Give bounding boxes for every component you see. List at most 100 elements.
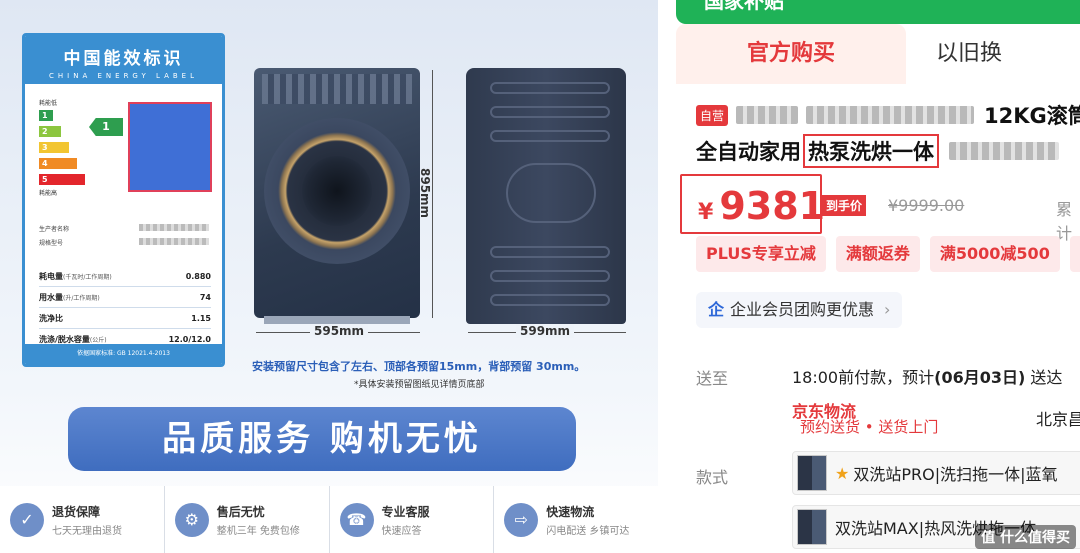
- style-thumbnail: [797, 455, 827, 491]
- install-note-secondary: *具体安装预留图纸见详情页底部: [354, 380, 485, 390]
- side-handle: [506, 163, 596, 223]
- shipping-label: 送至: [696, 369, 729, 388]
- washer-base: [264, 316, 410, 324]
- washer-side-view: [466, 68, 626, 324]
- model-blurred: [139, 238, 209, 245]
- energy-label-card: 中国能效标识 CHINA ENERGY LABEL 耗能低 1 2 3 4 5 …: [22, 33, 225, 367]
- enterprise-icon: 企: [708, 300, 725, 319]
- self-operated-badge: 自营: [696, 104, 729, 126]
- service-return: ✓ 退货保障 七天无理由退货: [0, 486, 165, 553]
- install-note: 安装预留尺寸包含了左右、顶部各预留15mm，背部预留 30mm。: [252, 360, 586, 373]
- enterprise-text: 企业会员团购更优惠: [730, 300, 875, 319]
- service-bar: ✓ 退货保障 七天无理由退货 ⚙ 售后无忧整机三年 免费包修 ☎ 专业客服快速应答…: [0, 486, 658, 553]
- washer-drum: [302, 156, 372, 226]
- service-title: 专业客服: [381, 504, 430, 519]
- grade-1: 1: [39, 109, 53, 121]
- grade-5: 5: [39, 173, 85, 185]
- star-icon: ★: [835, 463, 850, 483]
- grade-top-label: 耗能低: [39, 100, 58, 107]
- maker-blurred: [139, 224, 209, 231]
- control-panel-blurred: [262, 74, 412, 104]
- shipping-pre: 18:00前付款，预计: [792, 368, 935, 387]
- side-vent: [490, 106, 610, 118]
- style-thumbnail: [797, 509, 827, 545]
- side-vent: [490, 82, 610, 94]
- product-info-panel: 国家补贴 官方购买 以旧换 自营 12KG滚筒 全自动家用 热泵洗烘一体 ¥ 9…: [658, 0, 1080, 553]
- model-code-blurred: [949, 142, 1059, 160]
- service-banner: 品质服务 购机无忧: [68, 407, 576, 471]
- height-dim-line: [432, 70, 433, 318]
- delivery-city[interactable]: 北京昌: [1036, 406, 1080, 430]
- energy-label-title: 中国能效标识: [63, 49, 184, 69]
- maker-label: 生产者名称: [39, 226, 70, 233]
- promo-discount[interactable]: 满5000减500: [929, 236, 1060, 272]
- service-aftersale: ⚙ 售后无忧整机三年 免费包修: [165, 486, 330, 553]
- service-sub: 整机三年 免费包修: [216, 525, 300, 537]
- tab-official-buy[interactable]: 官方购买: [676, 24, 906, 84]
- service-sub: 快速应答: [381, 525, 422, 537]
- service-title: 快速物流: [546, 504, 595, 519]
- model-blurred: [806, 106, 975, 124]
- delivery-reserve: 预约送货 • 送货上门: [800, 418, 939, 436]
- title-highlight: 热泵洗烘一体: [803, 134, 939, 168]
- promo-more[interactable]: [1069, 236, 1080, 272]
- service-title: 售后无忧: [216, 504, 265, 519]
- chevron-right-icon: ›: [884, 300, 891, 319]
- headset-icon: ☎: [339, 502, 374, 537]
- current-grade-arrow: 1: [89, 118, 123, 136]
- final-price-tag: 到手价: [822, 195, 867, 216]
- style-option[interactable]: ★ 双洗站PRO|洗扫拖一体|蓝氧: [792, 451, 1080, 495]
- height-dimension: 895mm: [418, 168, 432, 219]
- side-vent: [490, 270, 610, 282]
- grade-2: 2: [39, 125, 61, 137]
- side-vent: [490, 130, 610, 142]
- style-label: 款式: [696, 468, 729, 487]
- price-value: 9381: [719, 184, 826, 228]
- brand-blurred: [736, 106, 799, 124]
- spec-row: 洗净比 1.15: [39, 308, 211, 329]
- grade-bottom-label: 耗能高: [39, 190, 58, 197]
- tab-trade-in[interactable]: 以旧换: [906, 24, 1080, 84]
- grade-4: 4: [39, 157, 77, 169]
- product-page: 中国能效标识 CHINA ENERGY LABEL 耗能低 1 2 3 4 5 …: [0, 0, 1080, 553]
- grade-3: 3: [39, 141, 69, 153]
- width-dimension: 595mm: [310, 324, 369, 338]
- energy-label-header: 中国能效标识 CHINA ENERGY LABEL: [25, 36, 222, 84]
- shipping-post: 送达: [1025, 368, 1063, 387]
- qr-code-redacted: [128, 102, 212, 192]
- promo-row: PLUS专享立减 满额返券 满5000减500: [696, 236, 1080, 272]
- side-vent: [490, 294, 610, 306]
- service-sub: 闪电配送 乡镇可达: [546, 525, 630, 537]
- price-currency: ¥: [698, 200, 714, 225]
- energy-meta: 生产者名称 规格型号: [39, 224, 209, 252]
- original-price: ¥9999.00: [888, 196, 965, 215]
- subsidy-strip[interactable]: 国家补贴: [676, 0, 1080, 24]
- energy-label-subtitle: CHINA ENERGY LABEL: [49, 72, 198, 80]
- product-title-line1: 自营 12KG滚筒: [696, 100, 1080, 130]
- promo-plus[interactable]: PLUS专享立减: [696, 236, 826, 272]
- purchase-tabs: 官方购买 以旧换: [676, 24, 1080, 84]
- service-support: ☎ 专业客服快速应答: [330, 486, 495, 553]
- price-box: ¥ 9381: [680, 174, 826, 234]
- product-image-panel[interactable]: 中国能效标识 CHINA ENERGY LABEL 耗能低 1 2 3 4 5 …: [0, 0, 658, 553]
- style-option-label: 双洗站PRO|洗扫拖一体|蓝氧: [853, 465, 1058, 484]
- energy-grade-scale: 耗能低 1 2 3 4 5 耗能高: [39, 98, 85, 198]
- spec-row: 耗电量(千瓦时/工作周期) 0.880: [39, 266, 211, 287]
- spec-row: 用水量(升/工作周期) 74: [39, 287, 211, 308]
- product-title-line2: 全自动家用 热泵洗烘一体: [696, 134, 1059, 168]
- truck-icon: ⇨: [504, 502, 539, 537]
- side-vent: [490, 246, 610, 258]
- shield-icon: ✓: [10, 502, 44, 537]
- watermark: 值 什么值得买: [975, 525, 1076, 549]
- wrench-icon: ⚙: [174, 502, 209, 537]
- enterprise-member-button[interactable]: 企 企业会员团购更优惠 ›: [696, 292, 903, 328]
- shipping-date: (06月03日): [934, 368, 1026, 387]
- product-title-cont: 全自动家用: [696, 140, 801, 164]
- depth-dimension: 599mm: [516, 324, 575, 338]
- product-title: 12KG滚筒: [984, 104, 1080, 128]
- shipping-info: 18:00前付款，预计(06月03日) 送达: [792, 364, 1062, 388]
- service-title: 退货保障: [52, 504, 101, 519]
- promo-coupon[interactable]: 满额返券: [835, 236, 920, 272]
- model-label: 规格型号: [39, 240, 64, 247]
- energy-label-footer: 依据国家标准: GB 12021.4-2013: [25, 344, 222, 364]
